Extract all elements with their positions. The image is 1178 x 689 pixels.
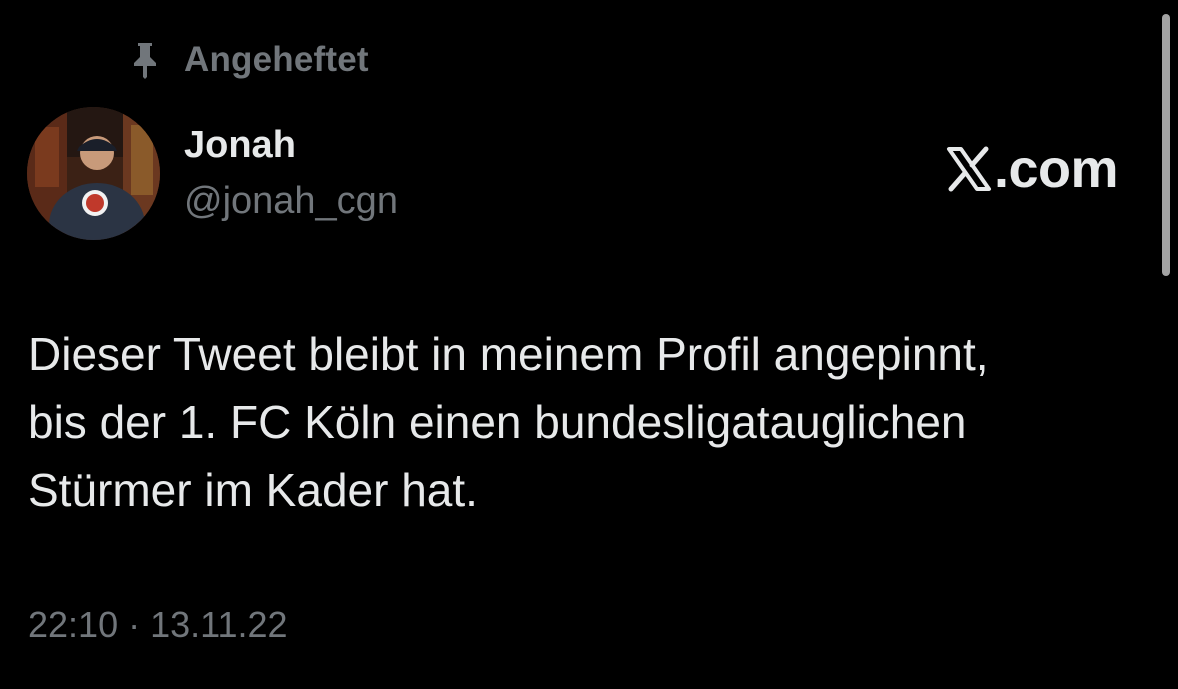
pinned-indicator: Angeheftet bbox=[128, 38, 369, 82]
watermark-text: .com bbox=[993, 139, 1119, 199]
tweet-timestamp[interactable]: 22:10 · 13.11.22 bbox=[28, 604, 288, 646]
author-name[interactable]: Jonah bbox=[184, 124, 296, 167]
scrollbar[interactable] bbox=[1162, 14, 1170, 276]
pin-icon bbox=[128, 40, 162, 80]
avatar[interactable] bbox=[27, 107, 160, 240]
x-com-watermark: .com bbox=[946, 138, 1119, 200]
author-handle[interactable]: @jonah_cgn bbox=[184, 180, 398, 223]
pinned-label: Angeheftet bbox=[184, 40, 369, 79]
x-logo-icon bbox=[946, 146, 991, 192]
tweet-text: Dieser Tweet bleibt in meinem Profil ang… bbox=[28, 328, 989, 516]
